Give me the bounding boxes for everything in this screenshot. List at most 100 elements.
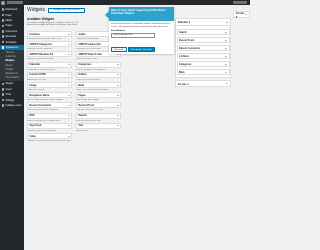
widget-title-bar[interactable]: Gallery — [76, 71, 121, 78]
appearance-submenu: Themes Customize Widgets Menus Header Backgro… — [0, 50, 24, 82]
sidebar-item-label: Posts — [5, 13, 12, 17]
chevron-down-icon[interactable] — [67, 104, 70, 106]
widget-item[interactable]: Calendar A calendar of your site's posts. — [27, 61, 72, 72]
widget-item[interactable]: Recent Posts Your site's most recent Post… — [76, 102, 121, 112]
chevron-down-icon[interactable] — [67, 64, 70, 66]
chevron-down-icon[interactable] — [116, 125, 119, 127]
sidebar-widget-row[interactable]: Categories — [176, 61, 230, 68]
widget-title-bar[interactable]: Categories — [76, 61, 121, 68]
widget-item[interactable]: Search A search form for your site. — [76, 112, 121, 123]
chevron-down-icon[interactable] — [67, 115, 70, 117]
chevron-down-icon[interactable] — [67, 53, 70, 55]
widget-item[interactable]: Navigation Menu Add a navigation menu to … — [27, 92, 72, 102]
sidebar-widget-row[interactable]: Search — [176, 29, 230, 36]
widget-item[interactable]: Meta Login, RSS, & WordPress.org links. — [76, 82, 121, 92]
widget-item[interactable]: Pages A list of your site's Pages. — [76, 92, 121, 102]
settings-icon — [1, 98, 5, 102]
expand-arrow-icon[interactable] — [245, 14, 248, 15]
widget-name: Recent Comments — [179, 46, 200, 50]
wordpress-icon[interactable] — [1, 0, 5, 5]
chevron-down-icon[interactable] — [225, 47, 227, 49]
widget-item[interactable]: AWPCP Categories Displays a list of categ… — [27, 41, 72, 51]
sidebar-widget-row[interactable]: Meta — [176, 69, 230, 76]
site-name-link[interactable] — [7, 1, 23, 4]
submenu-item-theme-editor[interactable]: Theme Editor — [0, 76, 24, 80]
widget-title-bar[interactable]: Search — [76, 112, 121, 119]
chevron-down-icon[interactable] — [67, 94, 70, 96]
chevron-down-icon[interactable] — [116, 64, 119, 66]
widget-title-bar[interactable]: Text — [76, 122, 121, 129]
chevron-down-icon[interactable] — [225, 31, 227, 33]
widget-item[interactable]: Video Displays a video from the media lib… — [27, 133, 72, 143]
widget-title-bar[interactable]: AWPCP Random Ad — [27, 51, 72, 58]
sidebar-1-area[interactable]: Sidebar 1 — [175, 18, 231, 26]
widget-title-bar[interactable]: Recent Comments — [27, 102, 72, 109]
expand-arrow-icon[interactable] — [226, 83, 229, 84]
widget-name: AWPCP Latest Ads — [78, 42, 101, 46]
chevron-down-icon[interactable] — [67, 43, 70, 45]
widget-title-bar[interactable]: RSS — [27, 112, 72, 119]
collapse-arrow-icon[interactable] — [226, 21, 229, 23]
widget-title-bar[interactable]: Recent Posts — [76, 102, 121, 109]
chevron-down-icon[interactable] — [225, 63, 227, 65]
widget-name: Meta — [179, 70, 185, 74]
widget-title-bar[interactable]: Tag Cloud — [27, 122, 72, 129]
sidebar-item-label: Dashboard — [5, 8, 18, 12]
widget-title-bar[interactable]: Image — [27, 82, 72, 88]
chevron-down-icon[interactable] — [116, 74, 119, 76]
widget-title-bar[interactable]: Video — [27, 133, 72, 139]
sidebar-item-label: Tools — [5, 93, 12, 97]
chevron-down-icon[interactable] — [225, 55, 227, 57]
sidebar-widget-row[interactable]: Recent Comments — [176, 45, 230, 52]
widget-name: Tag Cloud — [29, 124, 42, 128]
email-field[interactable]: user@example.com — [111, 33, 155, 39]
chevron-down-icon[interactable] — [225, 71, 227, 73]
chevron-down-icon[interactable] — [67, 125, 70, 127]
widget-item[interactable]: Archives A monthly archive of your site's… — [27, 31, 72, 41]
sidebar-item-label: Plugins — [5, 82, 14, 86]
footer-2-area[interactable]: Footer 2 — [233, 11, 250, 19]
subscribe-button[interactable]: Subscribe — [111, 47, 127, 52]
widget-title-bar[interactable]: Pages — [76, 92, 121, 99]
no-thanks-button[interactable]: No, thanks, I'm good. — [128, 47, 155, 52]
chevron-down-icon[interactable] — [67, 74, 70, 76]
widget-item[interactable]: Custom HTML Arbitrary HTML code. — [27, 71, 72, 82]
widget-name: Gallery — [78, 73, 87, 77]
chevron-down-icon[interactable] — [67, 84, 70, 86]
chevron-down-icon[interactable] — [116, 84, 119, 86]
widget-item[interactable]: AWPCP Random Ad Displays a list of random… — [27, 51, 72, 61]
user-account-link[interactable] — [233, 1, 247, 4]
sidebar-widget-row[interactable]: Archives — [176, 53, 230, 60]
chevron-down-icon[interactable] — [116, 104, 119, 106]
chevron-down-icon[interactable] — [116, 94, 119, 96]
widget-title-bar[interactable]: Calendar — [27, 61, 72, 68]
widget-item[interactable]: Recent Comments Your site's most recent c… — [27, 102, 72, 112]
widget-title-bar[interactable]: Custom HTML — [27, 71, 72, 78]
widget-item[interactable]: Text Arbitrary text. — [76, 122, 121, 133]
manage-live-preview-button[interactable]: Manage with Live Preview — [48, 7, 85, 13]
chevron-down-icon[interactable] — [67, 135, 70, 137]
widget-name: Categories — [179, 62, 192, 66]
chevron-down-icon[interactable] — [225, 39, 227, 41]
widget-title-bar[interactable]: Meta — [76, 82, 121, 88]
widget-item[interactable]: Categories A list or dropdown of categori… — [76, 61, 121, 72]
widget-item[interactable]: Gallery Displays an image gallery. — [76, 71, 121, 82]
widget-item[interactable]: Tag Cloud A cloud of your most used tags. — [27, 122, 72, 133]
available-widgets-heading: Available Widgets — [27, 17, 55, 21]
widget-title-bar[interactable]: AWPCP Categories — [27, 41, 72, 48]
sidebar-item-label: Templates — [5, 40, 17, 44]
popup-text: Find out how to make a completely modern… — [111, 23, 170, 28]
widget-item[interactable]: Image Displays an image. — [27, 82, 72, 92]
widget-title-bar[interactable]: Archives — [27, 31, 72, 37]
widget-name: Text — [78, 124, 84, 128]
sidebar-widget-row[interactable]: Recent Posts — [176, 37, 230, 44]
email-label: Email Address: — [111, 30, 127, 33]
widget-name: Audio — [78, 32, 86, 36]
widget-title-bar[interactable]: Navigation Menu — [27, 92, 72, 99]
sidebar-item-collapse-menu[interactable]: Collapse menu — [0, 103, 24, 108]
widget-item[interactable]: RSS Entries from any RSS or Atom feed. — [27, 112, 72, 123]
chevron-down-icon[interactable] — [116, 115, 119, 117]
chevron-down-icon[interactable] — [116, 53, 119, 55]
footer-1-area[interactable]: Footer 1 — [175, 80, 231, 87]
chevron-down-icon[interactable] — [67, 33, 70, 35]
